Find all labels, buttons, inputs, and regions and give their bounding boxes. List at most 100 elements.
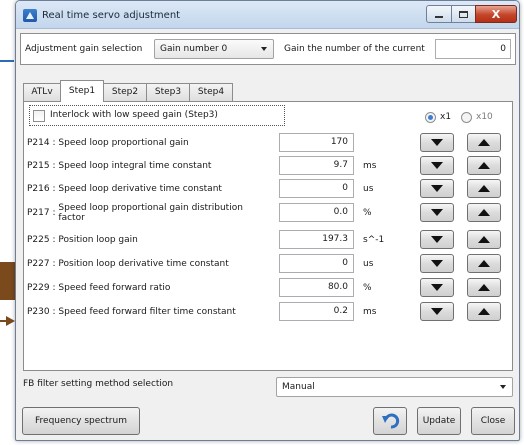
param-separator: :	[52, 184, 56, 194]
param-separator: :	[52, 307, 56, 317]
fb-filter-value: Manual	[282, 382, 315, 392]
param-description-line2: factor	[58, 213, 85, 223]
down-triangle-icon	[431, 260, 443, 267]
window-title: Real time servo adjustment	[42, 10, 181, 21]
fb-filter-select[interactable]: Manual	[276, 377, 513, 397]
param-value-field[interactable]: 197.3	[279, 230, 354, 249]
param-description: Position loop gain	[58, 235, 138, 245]
gain-number-select[interactable]: Gain number 0	[154, 39, 274, 59]
param-row-p227: P227 : Position loop derivative time con…	[24, 253, 514, 277]
param-description: Speed loop proportional gain	[58, 138, 189, 148]
param-name: P214 : Speed loop proportional gain	[27, 138, 189, 148]
current-gain-field: 0	[435, 39, 511, 59]
param-value-field[interactable]: 0.2	[279, 302, 354, 321]
tab-step1[interactable]: Step1	[60, 80, 104, 102]
param-unit: us	[363, 184, 374, 194]
param-separator: :	[52, 161, 56, 171]
param-code: P227	[27, 259, 50, 269]
decrement-button[interactable]	[420, 278, 454, 297]
up-triangle-icon	[478, 185, 490, 192]
param-row-p225: P225 : Position loop gain 197.3 s^-1	[24, 229, 514, 253]
close-window-button[interactable]: X	[475, 5, 517, 23]
up-triangle-icon	[478, 139, 490, 146]
interlock-checkbox-row[interactable]: Interlock with low speed gain (Step3)	[29, 105, 285, 126]
decrement-button[interactable]	[420, 254, 454, 273]
minimize-button[interactable]	[426, 5, 452, 23]
param-name: P229 : Speed feed forward ratio	[27, 283, 170, 293]
param-unit: %	[363, 208, 372, 218]
param-row-p230: P230 : Speed feed forward filter time co…	[24, 301, 514, 325]
param-value-field[interactable]: 0	[279, 254, 354, 273]
param-code: P230	[27, 307, 50, 317]
param-row-p216: P216 : Speed loop derivative time consta…	[24, 178, 514, 202]
radio-x1[interactable]	[425, 112, 436, 123]
increment-button[interactable]	[467, 133, 501, 152]
interlock-checkbox[interactable]	[33, 110, 45, 122]
decrement-button[interactable]	[420, 302, 454, 321]
increment-button[interactable]	[467, 278, 501, 297]
radio-x10-label: x10	[476, 112, 493, 122]
decrement-button[interactable]	[420, 230, 454, 249]
increment-button[interactable]	[467, 230, 501, 249]
interlock-label: Interlock with low speed gain (Step3)	[50, 110, 218, 120]
down-triangle-icon	[431, 308, 443, 315]
param-separator: :	[52, 208, 56, 218]
increment-button[interactable]	[467, 179, 501, 198]
param-value-field[interactable]: 0	[279, 179, 354, 198]
param-value-field[interactable]: 0.0	[279, 203, 354, 222]
param-value-field[interactable]: 170	[279, 133, 354, 152]
gain-selection-label: Adjustment gain selection	[25, 44, 143, 54]
window-client-area: Adjustment gain selection Gain number 0 …	[20, 33, 516, 437]
decrement-button[interactable]	[420, 133, 454, 152]
param-description: Position loop derivative time constant	[58, 259, 229, 269]
param-code: P217	[27, 208, 50, 218]
increment-button[interactable]	[467, 302, 501, 321]
down-triangle-icon	[431, 284, 443, 291]
decrement-button[interactable]	[420, 179, 454, 198]
param-row-p229: P229 : Speed feed forward ratio 80.0 %	[24, 277, 514, 301]
param-description: Speed loop derivative time constant	[58, 184, 222, 194]
tab-atlv[interactable]: ATLv	[23, 83, 61, 101]
up-triangle-icon	[478, 236, 490, 243]
servo-adjustment-window: Real time servo adjustment X Adjustment …	[15, 0, 520, 441]
param-value-field[interactable]: 80.0	[279, 278, 354, 297]
param-description: Speed feed forward ratio	[58, 283, 171, 293]
update-button[interactable]: Update	[417, 407, 461, 435]
param-unit: %	[363, 283, 372, 293]
param-unit: s^-1	[363, 235, 385, 245]
param-code: P216	[27, 184, 50, 194]
radio-x10[interactable]	[461, 112, 472, 123]
chevron-down-icon	[261, 47, 267, 51]
increment-button[interactable]	[467, 254, 501, 273]
maximize-icon	[459, 10, 468, 18]
background-line-top	[0, 60, 14, 62]
increment-button[interactable]	[467, 156, 501, 175]
chevron-down-icon	[500, 385, 506, 389]
param-unit: us	[363, 259, 374, 269]
increment-button[interactable]	[467, 203, 501, 222]
param-code: P225	[27, 235, 50, 245]
undo-button[interactable]	[373, 407, 407, 435]
decrement-button[interactable]	[420, 156, 454, 175]
close-button[interactable]: Close	[471, 407, 515, 435]
decrement-button[interactable]	[420, 203, 454, 222]
param-name: P230 : Speed feed forward filter time co…	[27, 307, 236, 317]
fb-filter-label: FB filter setting method selection	[23, 379, 174, 389]
param-code: P229	[27, 283, 50, 293]
maximize-button[interactable]	[451, 5, 476, 23]
title-bar[interactable]: Real time servo adjustment X	[16, 1, 519, 29]
tab-step4[interactable]: Step4	[189, 83, 233, 101]
param-separator: :	[52, 138, 56, 148]
down-triangle-icon	[431, 139, 443, 146]
param-separator: :	[52, 283, 56, 293]
minimize-icon	[435, 16, 443, 18]
tab-step3[interactable]: Step3	[146, 83, 190, 101]
up-triangle-icon	[478, 284, 490, 291]
param-name: P225 : Position loop gain	[27, 235, 138, 245]
tab-step2[interactable]: Step2	[103, 83, 147, 101]
frequency-spectrum-button[interactable]: Frequency spectrum	[22, 407, 140, 435]
param-value-field[interactable]: 9.7	[279, 156, 354, 175]
down-triangle-icon	[431, 236, 443, 243]
param-unit: ms	[363, 307, 377, 317]
up-triangle-icon	[478, 209, 490, 216]
